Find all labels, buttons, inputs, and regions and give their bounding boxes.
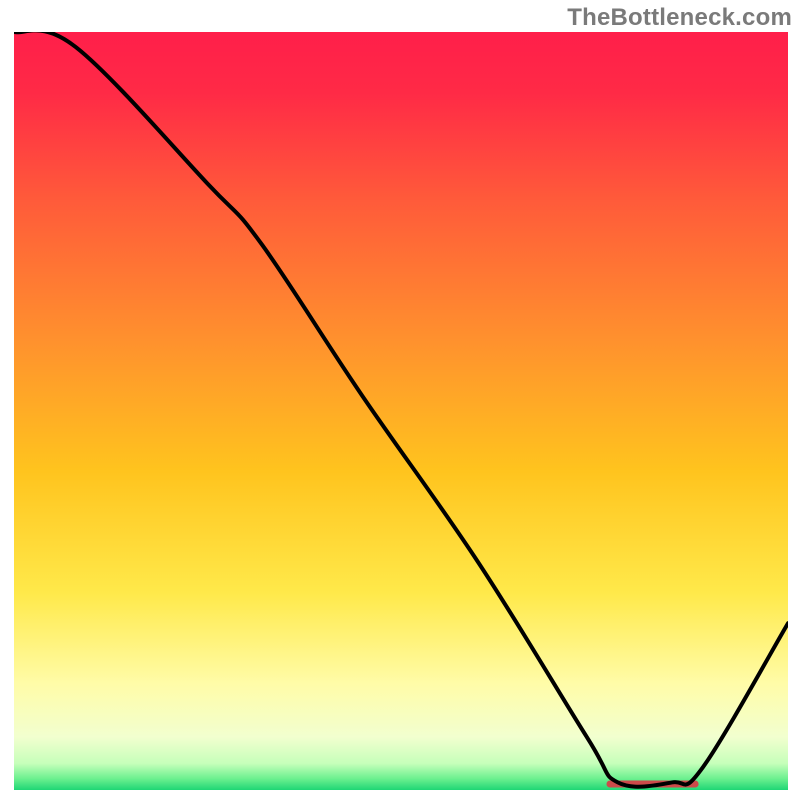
chart-stage: TheBottleneck.com — [0, 0, 800, 800]
gradient-background — [14, 32, 788, 790]
bottleneck-chart — [0, 0, 800, 800]
watermark-text: TheBottleneck.com — [567, 4, 792, 32]
